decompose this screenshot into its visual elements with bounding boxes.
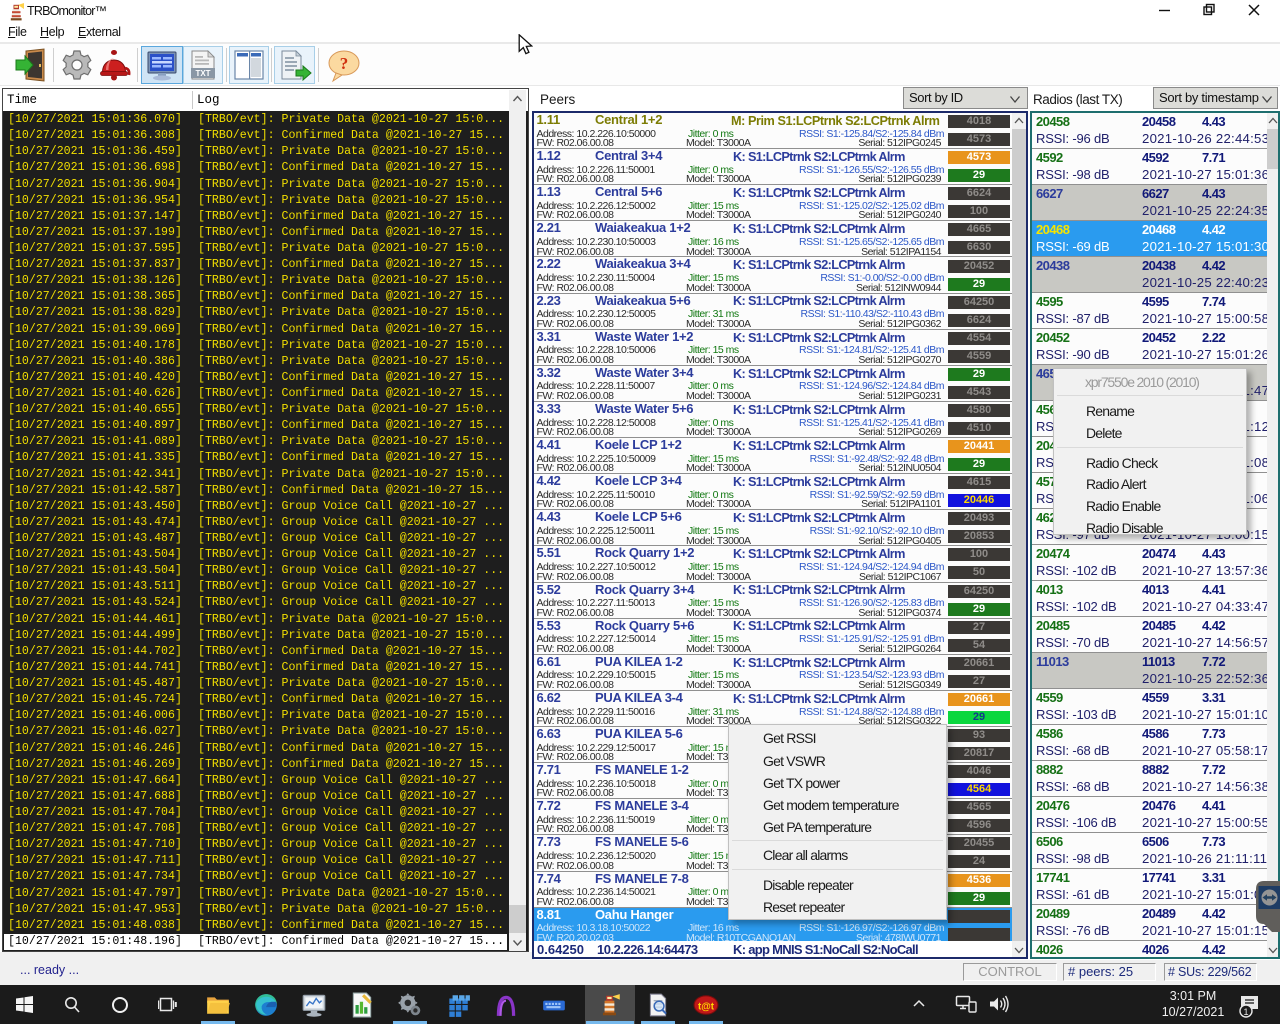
svg-text:1: 1 xyxy=(1243,1007,1248,1017)
svg-text:?: ? xyxy=(340,54,349,73)
svg-text:TXT: TXT xyxy=(195,69,210,78)
svg-text:t@t: t@t xyxy=(698,1001,715,1012)
